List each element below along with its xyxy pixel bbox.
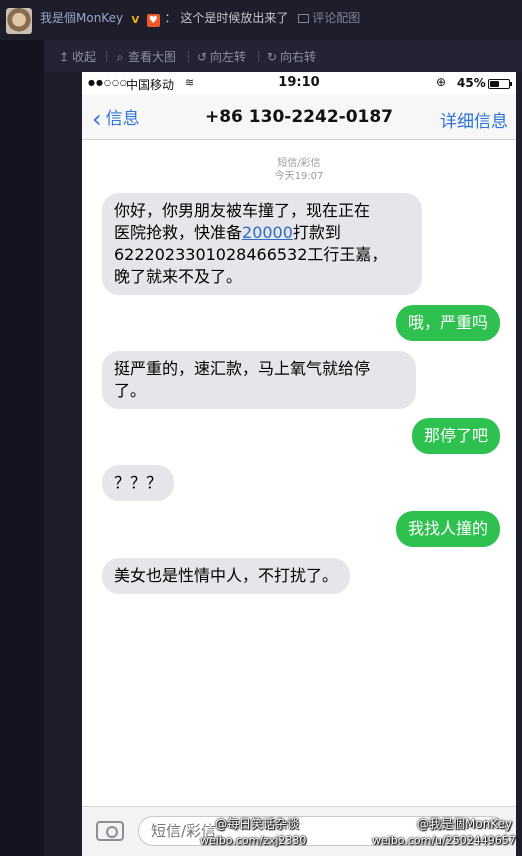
- camera-icon[interactable]: [96, 821, 124, 841]
- rotate-right-label: 向右转: [280, 50, 317, 64]
- rotate-left-label: 向左转: [210, 50, 247, 64]
- username-link[interactable]: 我是個MonKey: [40, 11, 123, 25]
- amount-link[interactable]: 20000: [242, 223, 293, 242]
- rotate-left-icon: ↺: [196, 50, 208, 64]
- avatar[interactable]: [6, 8, 32, 34]
- rotate-right-icon: ↻: [266, 50, 278, 64]
- message-bubble-outgoing[interactable]: 哦，严重吗: [395, 305, 500, 341]
- battery-fill: [490, 81, 499, 87]
- weibo-logo-icon: [402, 819, 414, 829]
- toolbar-divider: [258, 51, 259, 62]
- image-icon: [298, 14, 310, 23]
- image-toolbar: ↥ 收起 ⌕ 查看大图 ↺ 向左转 ↻ 向右转: [44, 40, 522, 72]
- rotate-left-button[interactable]: ↺ 向左转: [196, 48, 246, 65]
- message-timestamp: 今天19:07: [274, 171, 324, 182]
- toolbar-divider: [106, 51, 107, 62]
- toolbar-divider: [188, 51, 189, 62]
- left-strip: [0, 40, 44, 856]
- member-badge-icon: ♥: [146, 14, 160, 27]
- rotation-lock-icon: ⊕: [436, 75, 447, 89]
- post-line: 我是個MonKey V ♥ ： 这个是时候放出来了 评论配图: [40, 9, 360, 27]
- conversation-nav-bar: ‹ 信息 +86 130-2242-0187 详细信息: [82, 94, 516, 140]
- zoom-icon: ⌕: [116, 50, 124, 64]
- view-large-button[interactable]: ⌕ 查看大图: [114, 48, 176, 65]
- message-bubble-incoming[interactable]: 你好，你男朋友被车撞了，现在正在 医院抢救，快准备20000打款到 622202…: [102, 193, 422, 295]
- message-text: 医院抢救，快准备: [114, 223, 243, 242]
- weibo-logo-icon: [200, 819, 212, 829]
- rotate-right-button[interactable]: ↻ 向右转: [266, 48, 316, 65]
- comment-image-label: 评论配图: [312, 11, 361, 25]
- watermark-url: weibo.com/zxj2330: [200, 834, 307, 847]
- message-line: 6222023301028466532工行王嘉，: [114, 245, 388, 264]
- message-bubble-incoming[interactable]: ？？？: [102, 465, 175, 501]
- watermark-url: weibo.com/u/2502449657: [372, 834, 516, 847]
- message-line: 晚了就来不及了。: [114, 267, 243, 286]
- sms-screenshot[interactable]: ●●○○○ 中国移动 ≋ 19:10 ⊕ 45% ‹ 信息 +86 130-224…: [82, 72, 516, 856]
- collapse-label: 收起: [72, 50, 97, 64]
- battery-percent: 45%: [457, 76, 486, 90]
- view-large-label: 查看大图: [128, 50, 177, 64]
- verified-badge-icon: V: [131, 15, 140, 26]
- arrow-up-icon: ↥: [58, 50, 70, 64]
- post-header: 我是個MonKey V ♥ ： 这个是时候放出来了 评论配图: [0, 0, 522, 40]
- collapse-button[interactable]: ↥ 收起: [58, 48, 96, 65]
- watermark-source: @每日笑话杂谈: [200, 815, 299, 832]
- status-bar: ●●○○○ 中国移动 ≋ 19:10 ⊕ 45%: [82, 72, 516, 94]
- message-line: 挺严重的，速汇款，马上氧气就给停: [114, 359, 371, 378]
- watermark-author: @我是個MonKey: [402, 815, 512, 832]
- message-text: 打款到: [292, 223, 341, 242]
- message-bubble-outgoing[interactable]: 那停了吧: [411, 418, 500, 454]
- watermark-text: @我是個MonKey: [417, 817, 513, 831]
- message-bubble-outgoing[interactable]: 我找人撞的: [395, 511, 500, 547]
- message-bubble-incoming[interactable]: 挺严重的，速汇款，马上氧气就给停 了。: [102, 351, 416, 409]
- message-line: 了。: [114, 381, 147, 400]
- battery-icon: [488, 79, 512, 89]
- message-bubble-incoming[interactable]: 美女也是性情中人，不打扰了。: [102, 558, 351, 594]
- message-line: 你好，你男朋友被车撞了，现在正在: [114, 201, 371, 220]
- post-colon: ：: [164, 11, 177, 25]
- post-text: 这个是时候放出来了: [180, 11, 289, 25]
- watermark-text: @每日笑话杂谈: [215, 817, 300, 831]
- status-time: 19:10: [278, 75, 320, 90]
- message-line: 医院抢救，快准备20000打款到: [114, 222, 410, 244]
- comment-image-link[interactable]: 评论配图: [298, 11, 360, 25]
- details-button[interactable]: 详细信息: [440, 107, 508, 132]
